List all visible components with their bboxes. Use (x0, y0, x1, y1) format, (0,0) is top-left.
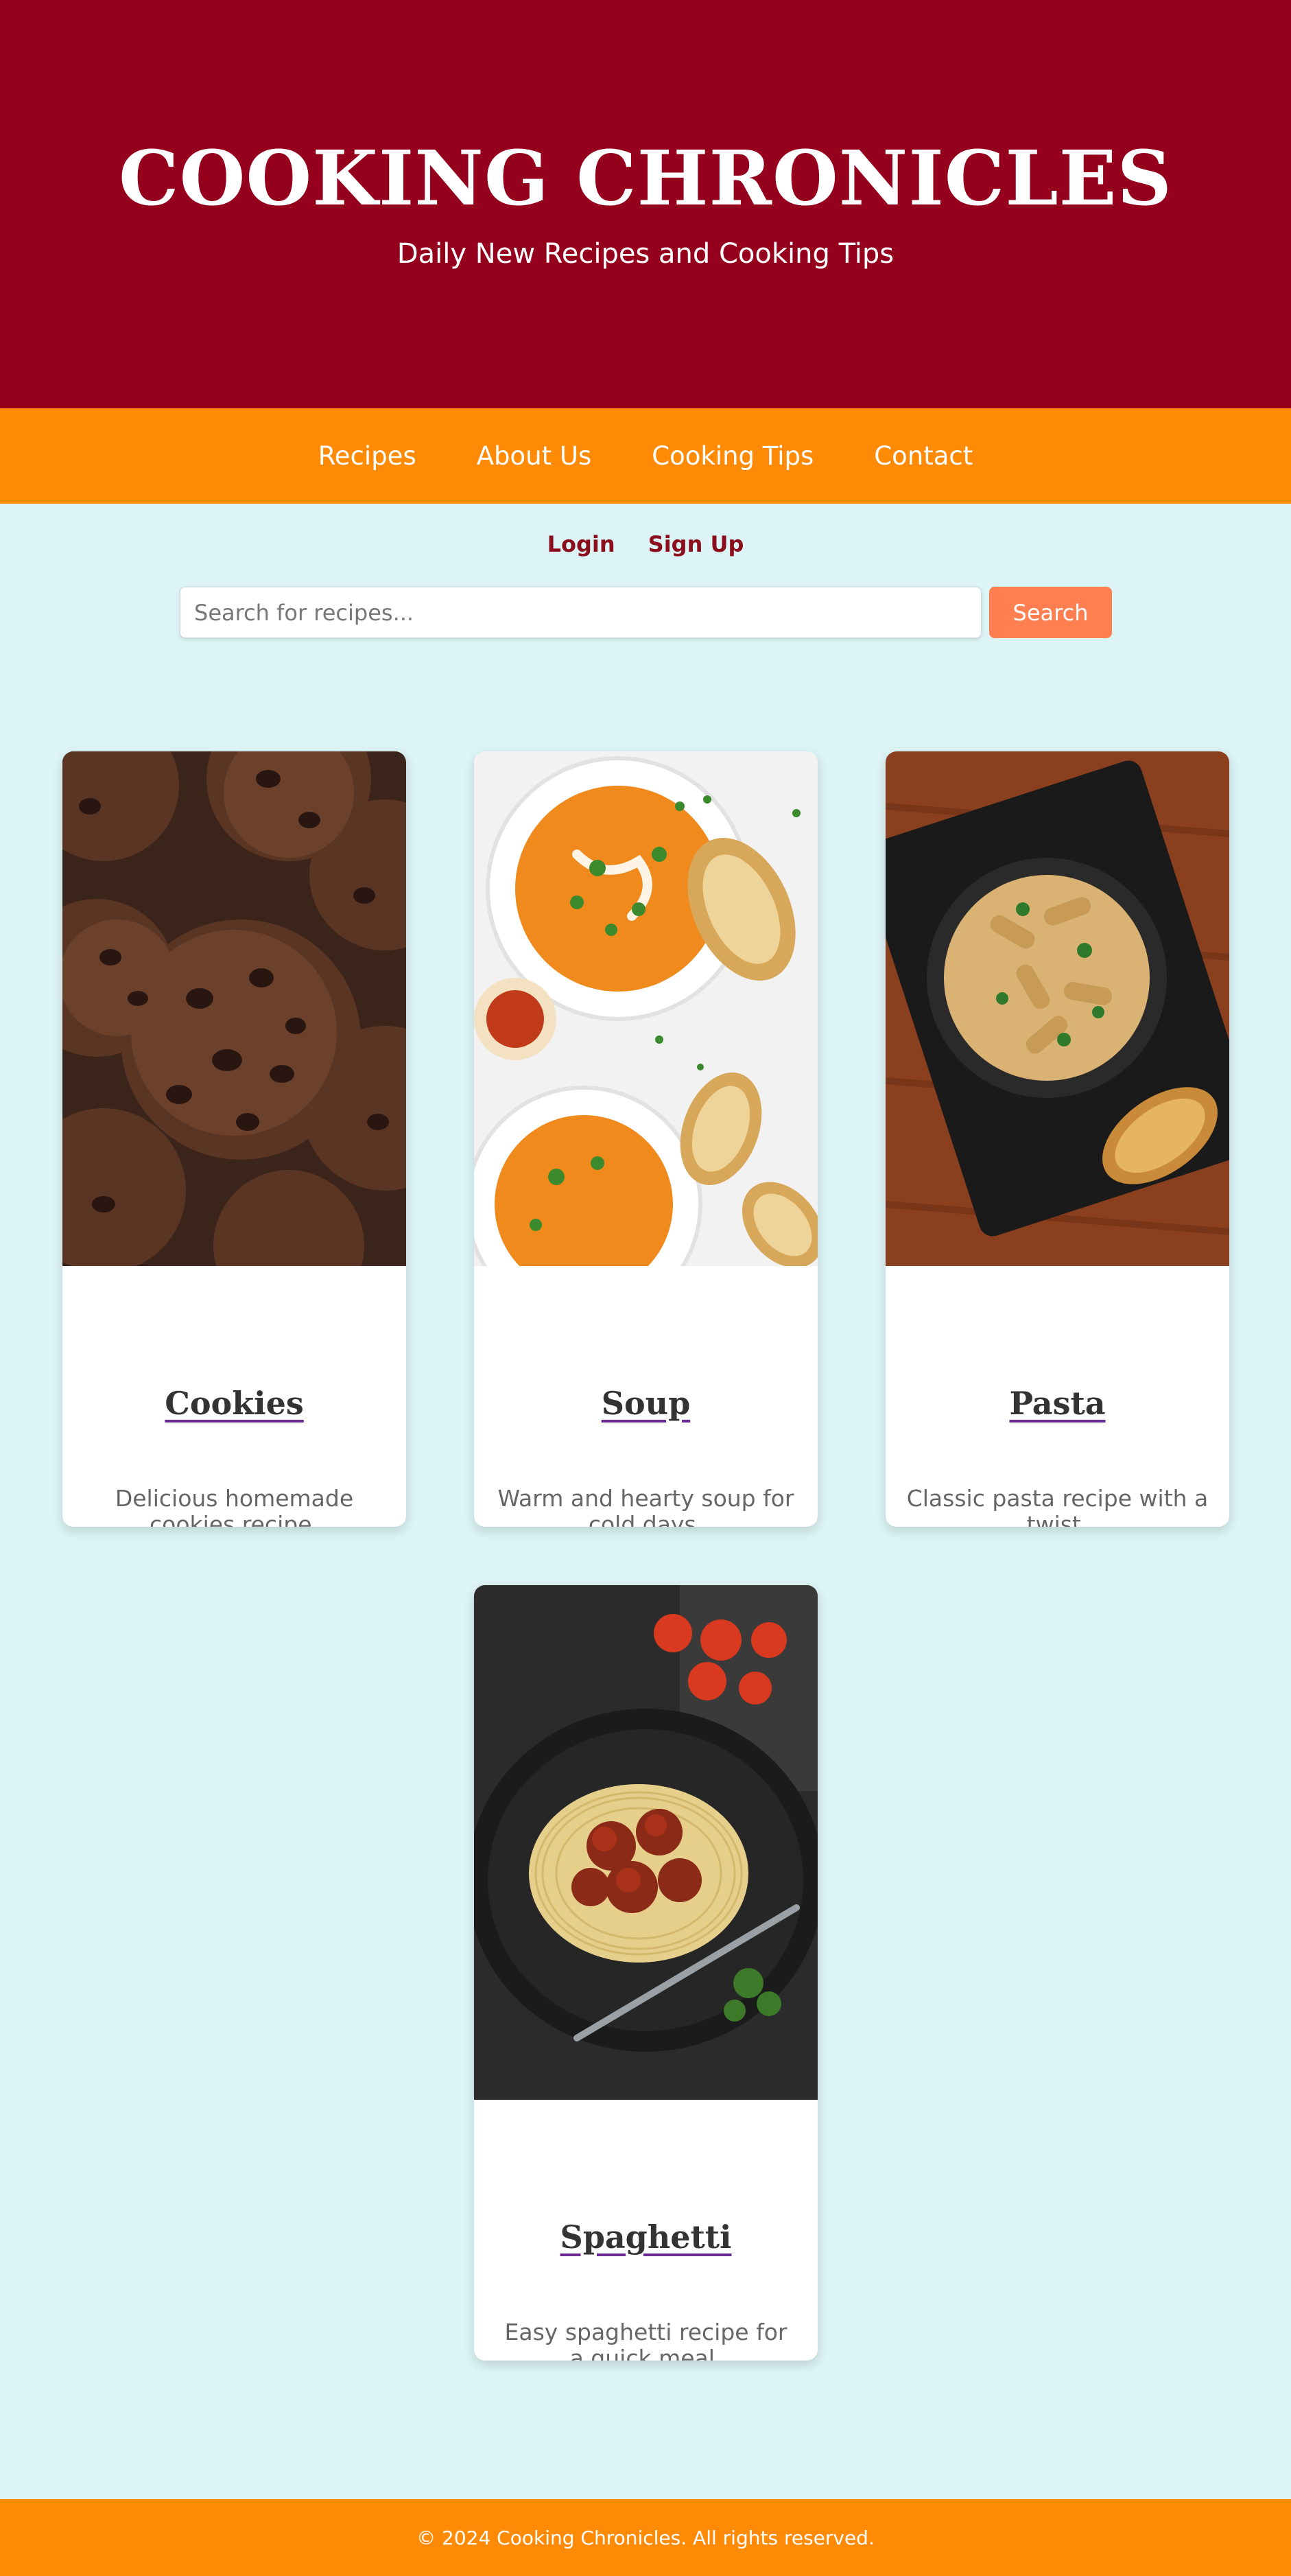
search-input[interactable] (180, 587, 982, 638)
cookies-photo-graphic (62, 751, 406, 1266)
recipe-title-link-pasta[interactable]: Pasta (1009, 1385, 1105, 1422)
nav-item-cooking-tips[interactable]: Cooking Tips (652, 439, 814, 473)
recipe-title: Pasta (886, 1383, 1229, 1424)
recipe-title-link-soup[interactable]: Soup (602, 1385, 691, 1422)
spaghetti-photo[interactable] (474, 1585, 818, 2100)
recipe-card-pasta[interactable]: Pasta Classic pasta recipe with a twist. (886, 751, 1229, 1527)
recipe-title-link-spaghetti[interactable]: Spaghetti (560, 2218, 731, 2256)
recipe-description: Warm and hearty soup for cold days. (497, 1485, 794, 1527)
nav-item-contact[interactable]: Contact (874, 439, 973, 473)
site-subtitle: Daily New Recipes and Cooking Tips (396, 238, 895, 270)
recipe-card-cookies[interactable]: Cookies Delicious homemade cookies recip… (62, 751, 406, 1527)
pasta-photo[interactable] (886, 751, 1229, 1266)
nav-item-recipes[interactable]: Recipes (318, 439, 416, 473)
spaghetti-photo-graphic (474, 1585, 818, 2100)
login-link[interactable]: Login (547, 527, 615, 561)
signup-link[interactable]: Sign Up (648, 527, 744, 561)
soup-photo-graphic (474, 751, 818, 1266)
pasta-photo-graphic (886, 751, 1229, 1266)
auth-links: Login Sign Up (0, 527, 1291, 561)
recipe-description: Classic pasta recipe with a twist. (906, 1485, 1209, 1527)
footer-copyright: © 2024 Cooking Chronicles. All rights re… (416, 2526, 875, 2549)
recipe-title: Spaghetti (474, 2216, 818, 2258)
recipe-title-link-cookies[interactable]: Cookies (165, 1385, 304, 1422)
main-nav: Recipes About Us Cooking Tips Contact (0, 408, 1291, 504)
search-button[interactable]: Search (989, 587, 1112, 638)
site-header: COOKING CHRONICLES Daily New Recipes and… (0, 0, 1291, 408)
recipe-description: Delicious homemade cookies recipe. (115, 1485, 354, 1527)
recipe-title: Soup (474, 1383, 818, 1424)
cookies-photo[interactable] (62, 751, 406, 1266)
site-footer: © 2024 Cooking Chronicles. All rights re… (0, 2499, 1291, 2576)
nav-item-about-us[interactable]: About Us (477, 439, 592, 473)
recipe-card-soup[interactable]: Soup Warm and hearty soup for cold days. (474, 751, 818, 1527)
recipe-description: Easy spaghetti recipe for a quick meal. (504, 2319, 787, 2361)
soup-photo[interactable] (474, 751, 818, 1266)
site-title: COOKING CHRONICLES (119, 134, 1172, 222)
recipe-card-spaghetti[interactable]: Spaghetti Easy spaghetti recipe for a qu… (474, 1585, 818, 2361)
recipe-title: Cookies (62, 1383, 406, 1424)
